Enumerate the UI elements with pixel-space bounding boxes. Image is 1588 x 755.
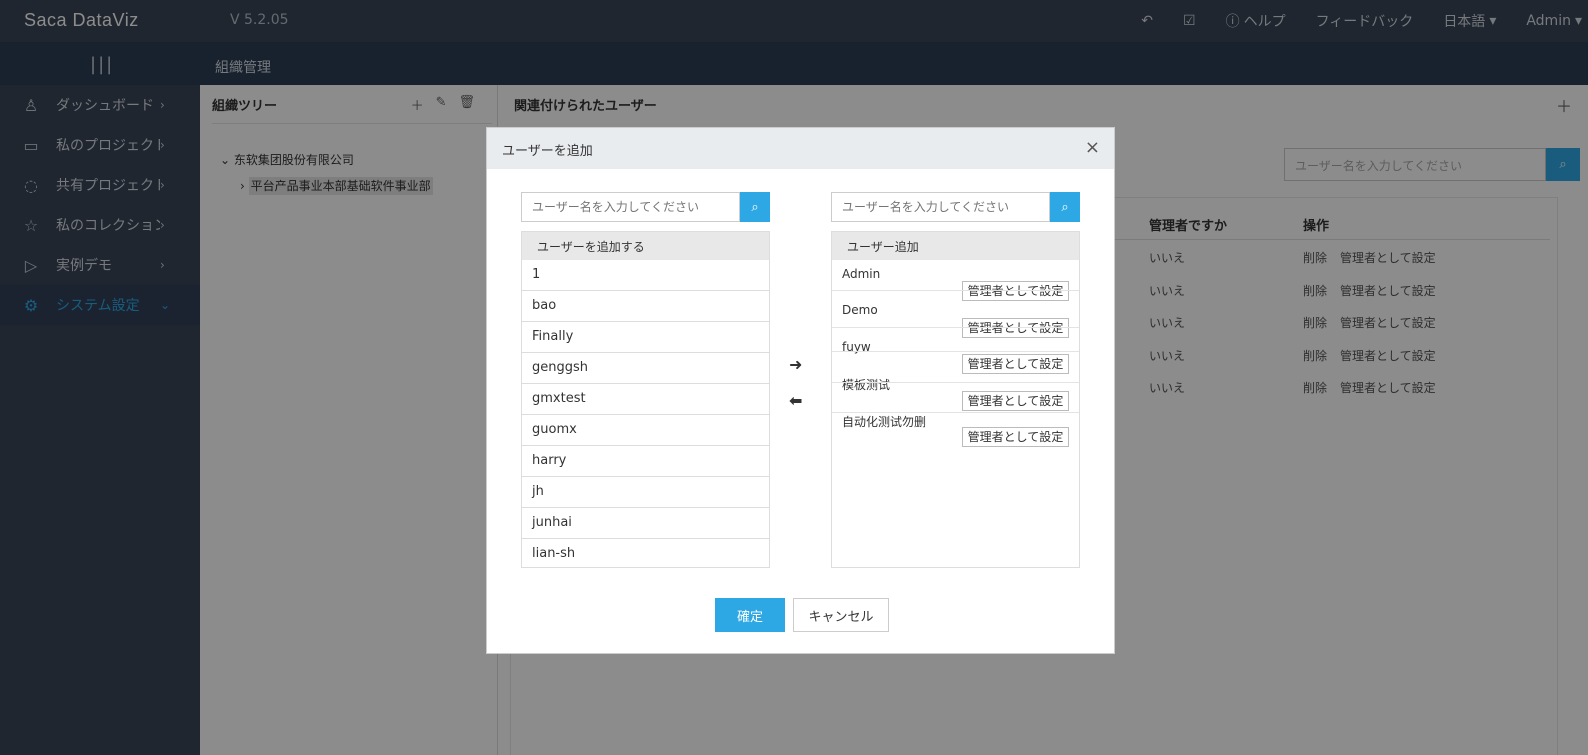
list-item[interactable]: 1 — [522, 260, 769, 291]
list-item[interactable]: 模板测试 — [842, 376, 890, 393]
added-users-items: Admin 管理者として設定 Demo 管理者として設定 fuyw 管理者として… — [832, 260, 1079, 567]
list-item[interactable]: Demo — [842, 303, 878, 317]
list-header: ユーザーを追加する — [522, 232, 769, 260]
list-item[interactable]: guomx — [522, 415, 769, 446]
search-icon: ⌕ — [1061, 199, 1069, 215]
divider — [832, 382, 1079, 383]
added-users-list: ユーザー追加 Admin 管理者として設定 Demo 管理者として設定 fuyw… — [831, 231, 1080, 568]
list-item[interactable]: 自动化测试勿删 — [842, 413, 926, 430]
list-item[interactable]: junhai — [522, 508, 769, 539]
available-users-search-input[interactable] — [521, 192, 740, 222]
list-item[interactable]: bao — [522, 291, 769, 322]
divider — [832, 327, 1079, 328]
set-admin-button[interactable]: 管理者として設定 — [962, 354, 1069, 374]
set-admin-button[interactable]: 管理者として設定 — [962, 318, 1069, 338]
list-item[interactable]: lian-sh — [522, 539, 769, 567]
list-item[interactable]: Admin — [842, 267, 880, 281]
dialog-header: ユーザーを追加 × — [487, 128, 1114, 169]
list-item[interactable]: gmxtest — [522, 384, 769, 415]
added-users-column: ⌕ ユーザー追加 Admin 管理者として設定 Demo 管理者として設定 fu… — [831, 192, 1080, 568]
arrow-right-icon[interactable]: ➜ — [789, 355, 802, 374]
set-admin-button[interactable]: 管理者として設定 — [962, 281, 1069, 301]
cancel-button[interactable]: キャンセル — [793, 598, 889, 632]
arrow-left-icon[interactable]: ⬅ — [789, 391, 802, 410]
divider — [832, 290, 1079, 291]
added-users-search-input[interactable] — [831, 192, 1050, 222]
close-icon[interactable]: × — [1085, 137, 1100, 158]
divider — [832, 412, 1079, 413]
search-row: ⌕ — [831, 192, 1080, 222]
confirm-button[interactable]: 確定 — [715, 598, 785, 632]
add-user-dialog: ユーザーを追加 × ⌕ ユーザーを追加する 1 bao Finally geng… — [486, 127, 1115, 654]
list-item[interactable]: genggsh — [522, 353, 769, 384]
list-header: ユーザー追加 — [832, 232, 1079, 260]
list-item[interactable]: jh — [522, 477, 769, 508]
available-users-list: ユーザーを追加する 1 bao Finally genggsh gmxtest … — [521, 231, 770, 568]
search-button[interactable]: ⌕ — [740, 192, 770, 222]
set-admin-button[interactable]: 管理者として設定 — [962, 391, 1069, 411]
available-users-column: ⌕ ユーザーを追加する 1 bao Finally genggsh gmxtes… — [521, 192, 770, 568]
list-item[interactable]: Finally — [522, 322, 769, 353]
search-icon: ⌕ — [751, 199, 759, 215]
set-admin-button[interactable]: 管理者として設定 — [962, 427, 1069, 447]
search-row: ⌕ — [521, 192, 770, 222]
dialog-title: ユーザーを追加 — [502, 144, 593, 159]
list-item[interactable]: harry — [522, 446, 769, 477]
divider — [832, 351, 1079, 352]
search-button[interactable]: ⌕ — [1050, 192, 1080, 222]
